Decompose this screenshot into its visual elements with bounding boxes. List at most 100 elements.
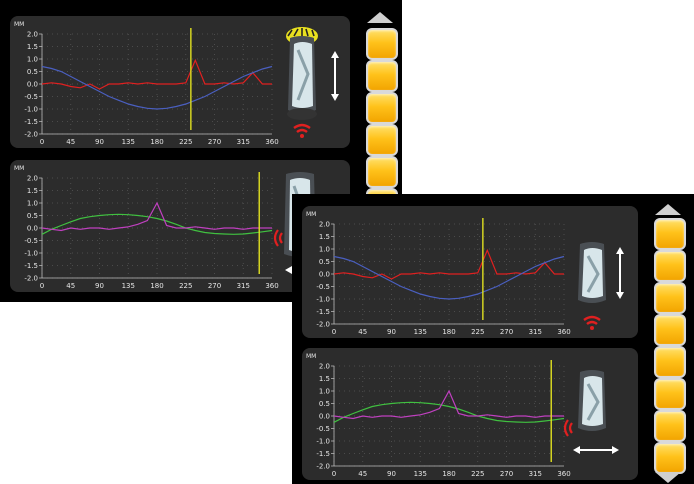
x-tick-label: 90 <box>387 328 396 336</box>
y-tick-label: 1.5 <box>319 375 330 383</box>
x-tick-label: 0 <box>40 282 44 290</box>
x-tick-label: 180 <box>150 282 163 290</box>
signal-icon <box>583 315 601 330</box>
y-tick-label: -1.5 <box>24 118 38 126</box>
vertical-arrow-icon <box>331 51 339 101</box>
series-line-2 <box>41 201 272 232</box>
function-button-4[interactable] <box>654 314 686 346</box>
y-tick-label: -0.5 <box>24 93 38 101</box>
y-tick-label: -1.0 <box>24 106 38 114</box>
x-tick-label: 270 <box>500 470 513 478</box>
y-tick-label: 1.0 <box>319 388 330 396</box>
x-tick-label: 135 <box>122 138 135 146</box>
y-tick-label: 2.0 <box>319 363 330 371</box>
x-tick-label: 180 <box>442 470 455 478</box>
x-tick-label: 270 <box>208 282 221 290</box>
wheel-icon <box>578 242 624 330</box>
y-tick-label: 1.5 <box>319 233 330 241</box>
y-tick-label: 0.0 <box>319 413 330 421</box>
function-button-8[interactable] <box>654 442 686 474</box>
series-line-1 <box>333 401 565 423</box>
x-tick-label: 90 <box>95 282 104 290</box>
y-tick-label: -1.0 <box>316 296 330 304</box>
signal-icon <box>563 419 573 437</box>
scroll-down-icon[interactable] <box>655 472 681 483</box>
function-button-7[interactable] <box>654 410 686 442</box>
x-tick-label: 360 <box>557 328 570 336</box>
y-tick-label: 0.0 <box>27 225 38 233</box>
x-tick-label: 225 <box>179 282 192 290</box>
y-tick-label: 2.0 <box>27 31 38 39</box>
unit-label: MM <box>14 165 24 172</box>
y-tick-label: -1.5 <box>316 450 330 458</box>
x-tick-label: 270 <box>208 138 221 146</box>
y-tick-label: 1.0 <box>27 56 38 64</box>
y-tick-label: -2.0 <box>316 463 330 471</box>
y-tick-label: 0.5 <box>319 258 330 266</box>
series-line-1 <box>41 213 273 235</box>
runout-chart-panel-bottom: MM 2.0 1.5 1.0 0.5 0.0 -0.5 -1.0 -1.5 -2.0 0 45 90 13… <box>302 348 638 480</box>
unit-label: MM <box>306 211 316 218</box>
x-tick-label: 360 <box>265 138 278 146</box>
y-tick-label: -1.0 <box>24 250 38 258</box>
function-button-4[interactable] <box>366 124 398 156</box>
function-button-6[interactable] <box>654 378 686 410</box>
y-tick-label: 2.0 <box>319 221 330 229</box>
y-tick-label: -2.0 <box>24 131 38 139</box>
y-tick-label: -1.0 <box>316 438 330 446</box>
x-tick-label: 45 <box>66 282 75 290</box>
wheel-balancer-screen-secondary: MM 2.0 1.5 1.0 0.5 0.0 -0.5 -1.0 -1.5 -2.0 0 45 90 13… <box>292 194 694 484</box>
x-tick-label: 315 <box>237 138 250 146</box>
y-tick-label: 0.0 <box>319 271 330 279</box>
y-tick-label: -2.0 <box>24 275 38 283</box>
runout-chart-panel-top: MM 2.0 1.5 1.0 0.5 0.0 -0.5 -1.0 -1.5 -2.0 0 45 90 13… <box>302 206 638 338</box>
scroll-up-icon[interactable] <box>367 12 393 23</box>
x-tick-label: 225 <box>471 328 484 336</box>
x-tick-label: 315 <box>529 470 542 478</box>
x-tick-label: 225 <box>471 470 484 478</box>
unit-label: MM <box>306 353 316 360</box>
function-button-1[interactable] <box>366 28 398 60</box>
unit-label: MM <box>14 21 24 28</box>
vertical-arrow-icon <box>616 247 624 299</box>
y-tick-label: 0.5 <box>27 68 38 76</box>
x-tick-label: 180 <box>150 138 163 146</box>
horizontal-arrow-icon <box>573 446 619 454</box>
y-tick-label: 0.5 <box>319 400 330 408</box>
function-button-1[interactable] <box>654 218 686 250</box>
x-tick-label: 0 <box>40 138 44 146</box>
x-tick-label: 90 <box>95 138 104 146</box>
y-tick-label: -2.0 <box>316 321 330 329</box>
y-tick-label: -1.5 <box>316 308 330 316</box>
x-tick-label: 315 <box>529 328 542 336</box>
series-line-2 <box>333 389 564 420</box>
function-button-2[interactable] <box>654 250 686 282</box>
x-tick-label: 0 <box>332 328 336 336</box>
function-button-3[interactable] <box>654 282 686 314</box>
signal-icon <box>273 229 283 247</box>
function-button-5[interactable] <box>654 346 686 378</box>
function-button-5[interactable] <box>366 156 398 188</box>
x-tick-label: 135 <box>122 282 135 290</box>
y-tick-label: -1.5 <box>24 262 38 270</box>
x-tick-label: 90 <box>387 470 396 478</box>
x-tick-label: 45 <box>66 138 75 146</box>
scroll-up-icon[interactable] <box>655 204 681 215</box>
y-tick-label: 1.5 <box>27 187 38 195</box>
x-tick-label: 0 <box>332 470 336 478</box>
wheel-icon <box>286 27 339 138</box>
x-tick-label: 225 <box>179 138 192 146</box>
runout-chart-panel-top: MM 2.0 1.5 1.0 0.5 0.0 -0.5 -1.0 -1.5 -2.0 0 45 90 13… <box>10 16 350 148</box>
x-tick-label: 315 <box>237 282 250 290</box>
y-tick-label: 0.5 <box>27 212 38 220</box>
signal-icon <box>293 123 311 138</box>
function-button-3[interactable] <box>366 92 398 124</box>
x-tick-label: 135 <box>414 328 427 336</box>
y-tick-label: 1.5 <box>27 43 38 51</box>
x-tick-label: 45 <box>358 470 367 478</box>
function-button-2[interactable] <box>366 60 398 92</box>
y-tick-label: 1.0 <box>319 246 330 254</box>
x-tick-label: 45 <box>358 328 367 336</box>
y-tick-label: 0.0 <box>27 81 38 89</box>
y-tick-label: -0.5 <box>316 425 330 433</box>
